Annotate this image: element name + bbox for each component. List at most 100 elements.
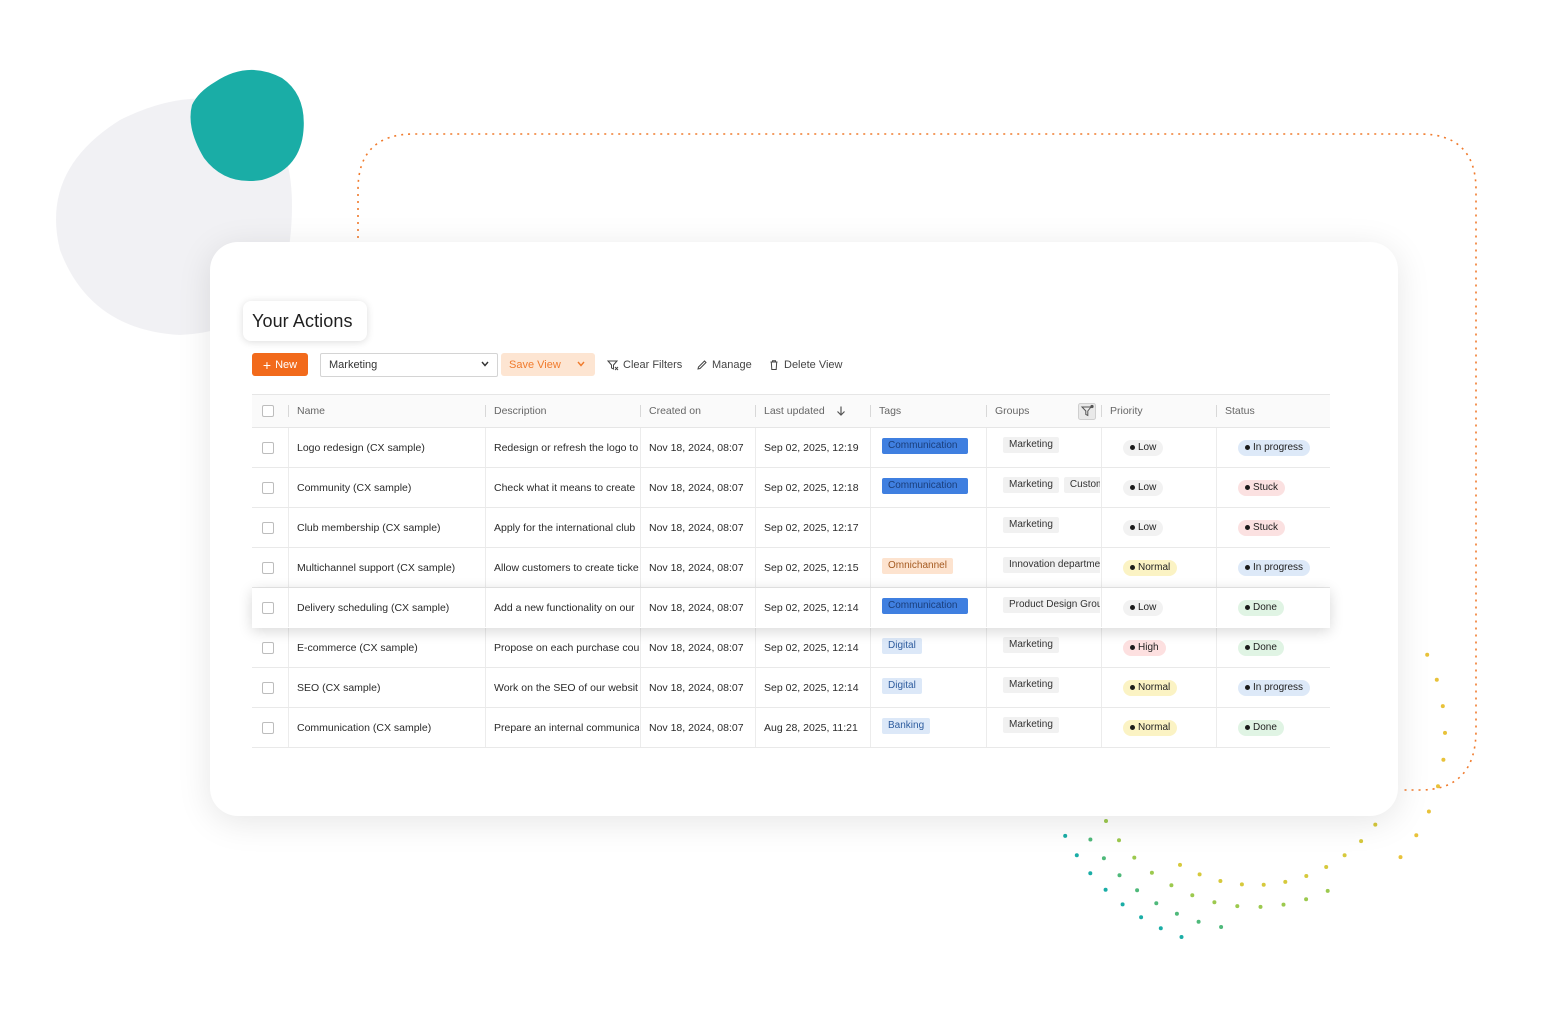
row-priority[interactable]: Normal	[1123, 548, 1178, 587]
row-group[interactable]: Marketing	[1003, 637, 1059, 653]
row-checkbox[interactable]	[262, 668, 274, 707]
row-updated: Sep 02, 2025, 12:15	[764, 561, 859, 574]
row-created: Nov 18, 2024, 08:07	[649, 641, 744, 654]
table-row[interactable]: Multichannel support (CX sample) Allow cu…	[252, 548, 1330, 588]
manage-label: Manage	[712, 358, 752, 371]
row-description: Prepare an internal communica	[494, 721, 639, 734]
row-name[interactable]: Multichannel support (CX sample)	[297, 548, 482, 587]
save-view-label: Save View	[509, 358, 561, 371]
priority-label: High	[1138, 641, 1159, 653]
table-row[interactable]: Logo redesign (CX sample) Redesign or ref…	[252, 428, 1330, 468]
row-tag[interactable]: Digital	[882, 678, 922, 694]
row-group[interactable]: Marketing	[1003, 677, 1059, 693]
row-group[interactable]: Marketing	[1003, 477, 1059, 493]
filter-clear-icon	[607, 360, 619, 370]
toolbar: + New Marketing Save View Clear Filters …	[252, 353, 1352, 377]
manage-button[interactable]: Manage	[696, 353, 752, 376]
header-description[interactable]: Description	[494, 395, 547, 427]
row-name[interactable]: Logo redesign (CX sample)	[297, 428, 482, 467]
priority-label: Low	[1138, 481, 1157, 493]
row-status[interactable]: Stuck	[1238, 468, 1286, 507]
status-label: Done	[1253, 601, 1277, 613]
row-updated: Sep 02, 2025, 12:14	[764, 641, 859, 654]
row-status[interactable]: In progress	[1238, 428, 1311, 467]
row-checkbox[interactable]	[262, 548, 274, 587]
dot-icon	[1245, 445, 1250, 450]
row-group[interactable]: Marketing	[1003, 437, 1059, 453]
row-status[interactable]: In progress	[1238, 548, 1311, 587]
header-created[interactable]: Created on	[649, 395, 701, 427]
select-all-checkbox[interactable]	[262, 395, 274, 427]
row-checkbox[interactable]	[262, 708, 274, 747]
header-groups[interactable]: Groups	[995, 395, 1029, 427]
table-row[interactable]: E-commerce (CX sample) Propose on each pu…	[252, 628, 1330, 668]
sort-arrow-down-icon[interactable]	[835, 405, 847, 417]
row-updated: Sep 02, 2025, 12:18	[764, 481, 859, 494]
row-priority[interactable]: Low	[1123, 428, 1164, 467]
row-tag[interactable]: Communication	[882, 478, 968, 494]
row-status[interactable]: Done	[1238, 708, 1284, 747]
row-tag[interactable]: Omnichannel	[882, 558, 953, 574]
row-priority[interactable]: Low	[1123, 468, 1164, 507]
row-status[interactable]: Done	[1238, 588, 1284, 627]
priority-label: Low	[1138, 521, 1157, 533]
row-group[interactable]: Marketing	[1003, 717, 1059, 733]
table-row[interactable]: Club membership (CX sample) Apply for the…	[252, 508, 1330, 548]
pencil-icon	[697, 359, 707, 370]
dot-icon	[1130, 605, 1135, 610]
row-tag[interactable]: Digital	[882, 638, 922, 654]
row-status[interactable]: Stuck	[1238, 508, 1286, 547]
header-priority[interactable]: Priority	[1110, 395, 1143, 427]
row-checkbox[interactable]	[262, 508, 274, 547]
row-checkbox[interactable]	[262, 468, 274, 507]
table-row[interactable]: Communication (CX sample) Prepare an inte…	[252, 708, 1330, 748]
row-name[interactable]: SEO (CX sample)	[297, 668, 482, 707]
row-status[interactable]: Done	[1238, 628, 1284, 667]
row-name[interactable]: Club membership (CX sample)	[297, 508, 482, 547]
row-group[interactable]: Product Design Grou	[1003, 597, 1100, 613]
row-tag[interactable]: Communication	[882, 438, 968, 454]
priority-label: Normal	[1138, 561, 1171, 573]
header-status[interactable]: Status	[1225, 395, 1255, 427]
row-group[interactable]: Marketing	[1003, 517, 1059, 533]
row-checkbox[interactable]	[262, 628, 274, 667]
table-header: Name Description Created on Last updated…	[252, 394, 1330, 428]
table-row[interactable]: Community (CX sample) Check what it means…	[252, 468, 1330, 508]
row-group[interactable]: Innovation departme	[1003, 557, 1100, 573]
row-priority[interactable]: Low	[1123, 508, 1164, 547]
row-name[interactable]: E-commerce (CX sample)	[297, 628, 482, 667]
row-priority[interactable]: Normal	[1123, 708, 1178, 747]
row-description: Allow customers to create ticke	[494, 561, 639, 574]
row-priority[interactable]: High	[1123, 628, 1166, 667]
save-view-button[interactable]: Save View	[501, 353, 595, 376]
table-row[interactable]: SEO (CX sample) Work on the SEO of our we…	[252, 668, 1330, 708]
row-checkbox[interactable]	[262, 588, 274, 627]
actions-card: Your Actions + New Marketing Save View C…	[210, 242, 1398, 816]
row-status[interactable]: In progress	[1238, 668, 1311, 707]
header-updated[interactable]: Last updated	[764, 395, 847, 427]
row-priority[interactable]: Normal	[1123, 668, 1178, 707]
row-name[interactable]: Communication (CX sample)	[297, 708, 482, 747]
row-updated: Sep 02, 2025, 12:19	[764, 441, 859, 454]
header-name[interactable]: Name	[297, 395, 325, 427]
dot-icon	[1245, 685, 1250, 690]
dot-icon	[1245, 565, 1250, 570]
dot-icon	[1130, 525, 1135, 530]
view-select[interactable]: Marketing	[320, 353, 498, 377]
clear-filters-button[interactable]: Clear Filters	[607, 353, 682, 376]
delete-view-button[interactable]: Delete View	[768, 353, 843, 376]
priority-label: Normal	[1138, 721, 1171, 733]
row-name[interactable]: Community (CX sample)	[297, 468, 482, 507]
table-row[interactable]: Delivery scheduling (CX sample) Add a new…	[252, 588, 1330, 628]
groups-filter-button[interactable]	[1078, 395, 1096, 427]
status-label: In progress	[1253, 561, 1304, 573]
dot-icon	[1245, 645, 1250, 650]
row-tag[interactable]: Banking	[882, 718, 931, 734]
new-button[interactable]: + New	[252, 353, 308, 376]
row-name[interactable]: Delivery scheduling (CX sample)	[297, 588, 482, 627]
row-checkbox[interactable]	[262, 428, 274, 467]
row-tag[interactable]: Communication	[882, 598, 968, 614]
row-priority[interactable]: Low	[1123, 588, 1164, 627]
row-group[interactable]: Custom	[1063, 477, 1100, 493]
header-tags[interactable]: Tags	[879, 395, 901, 427]
